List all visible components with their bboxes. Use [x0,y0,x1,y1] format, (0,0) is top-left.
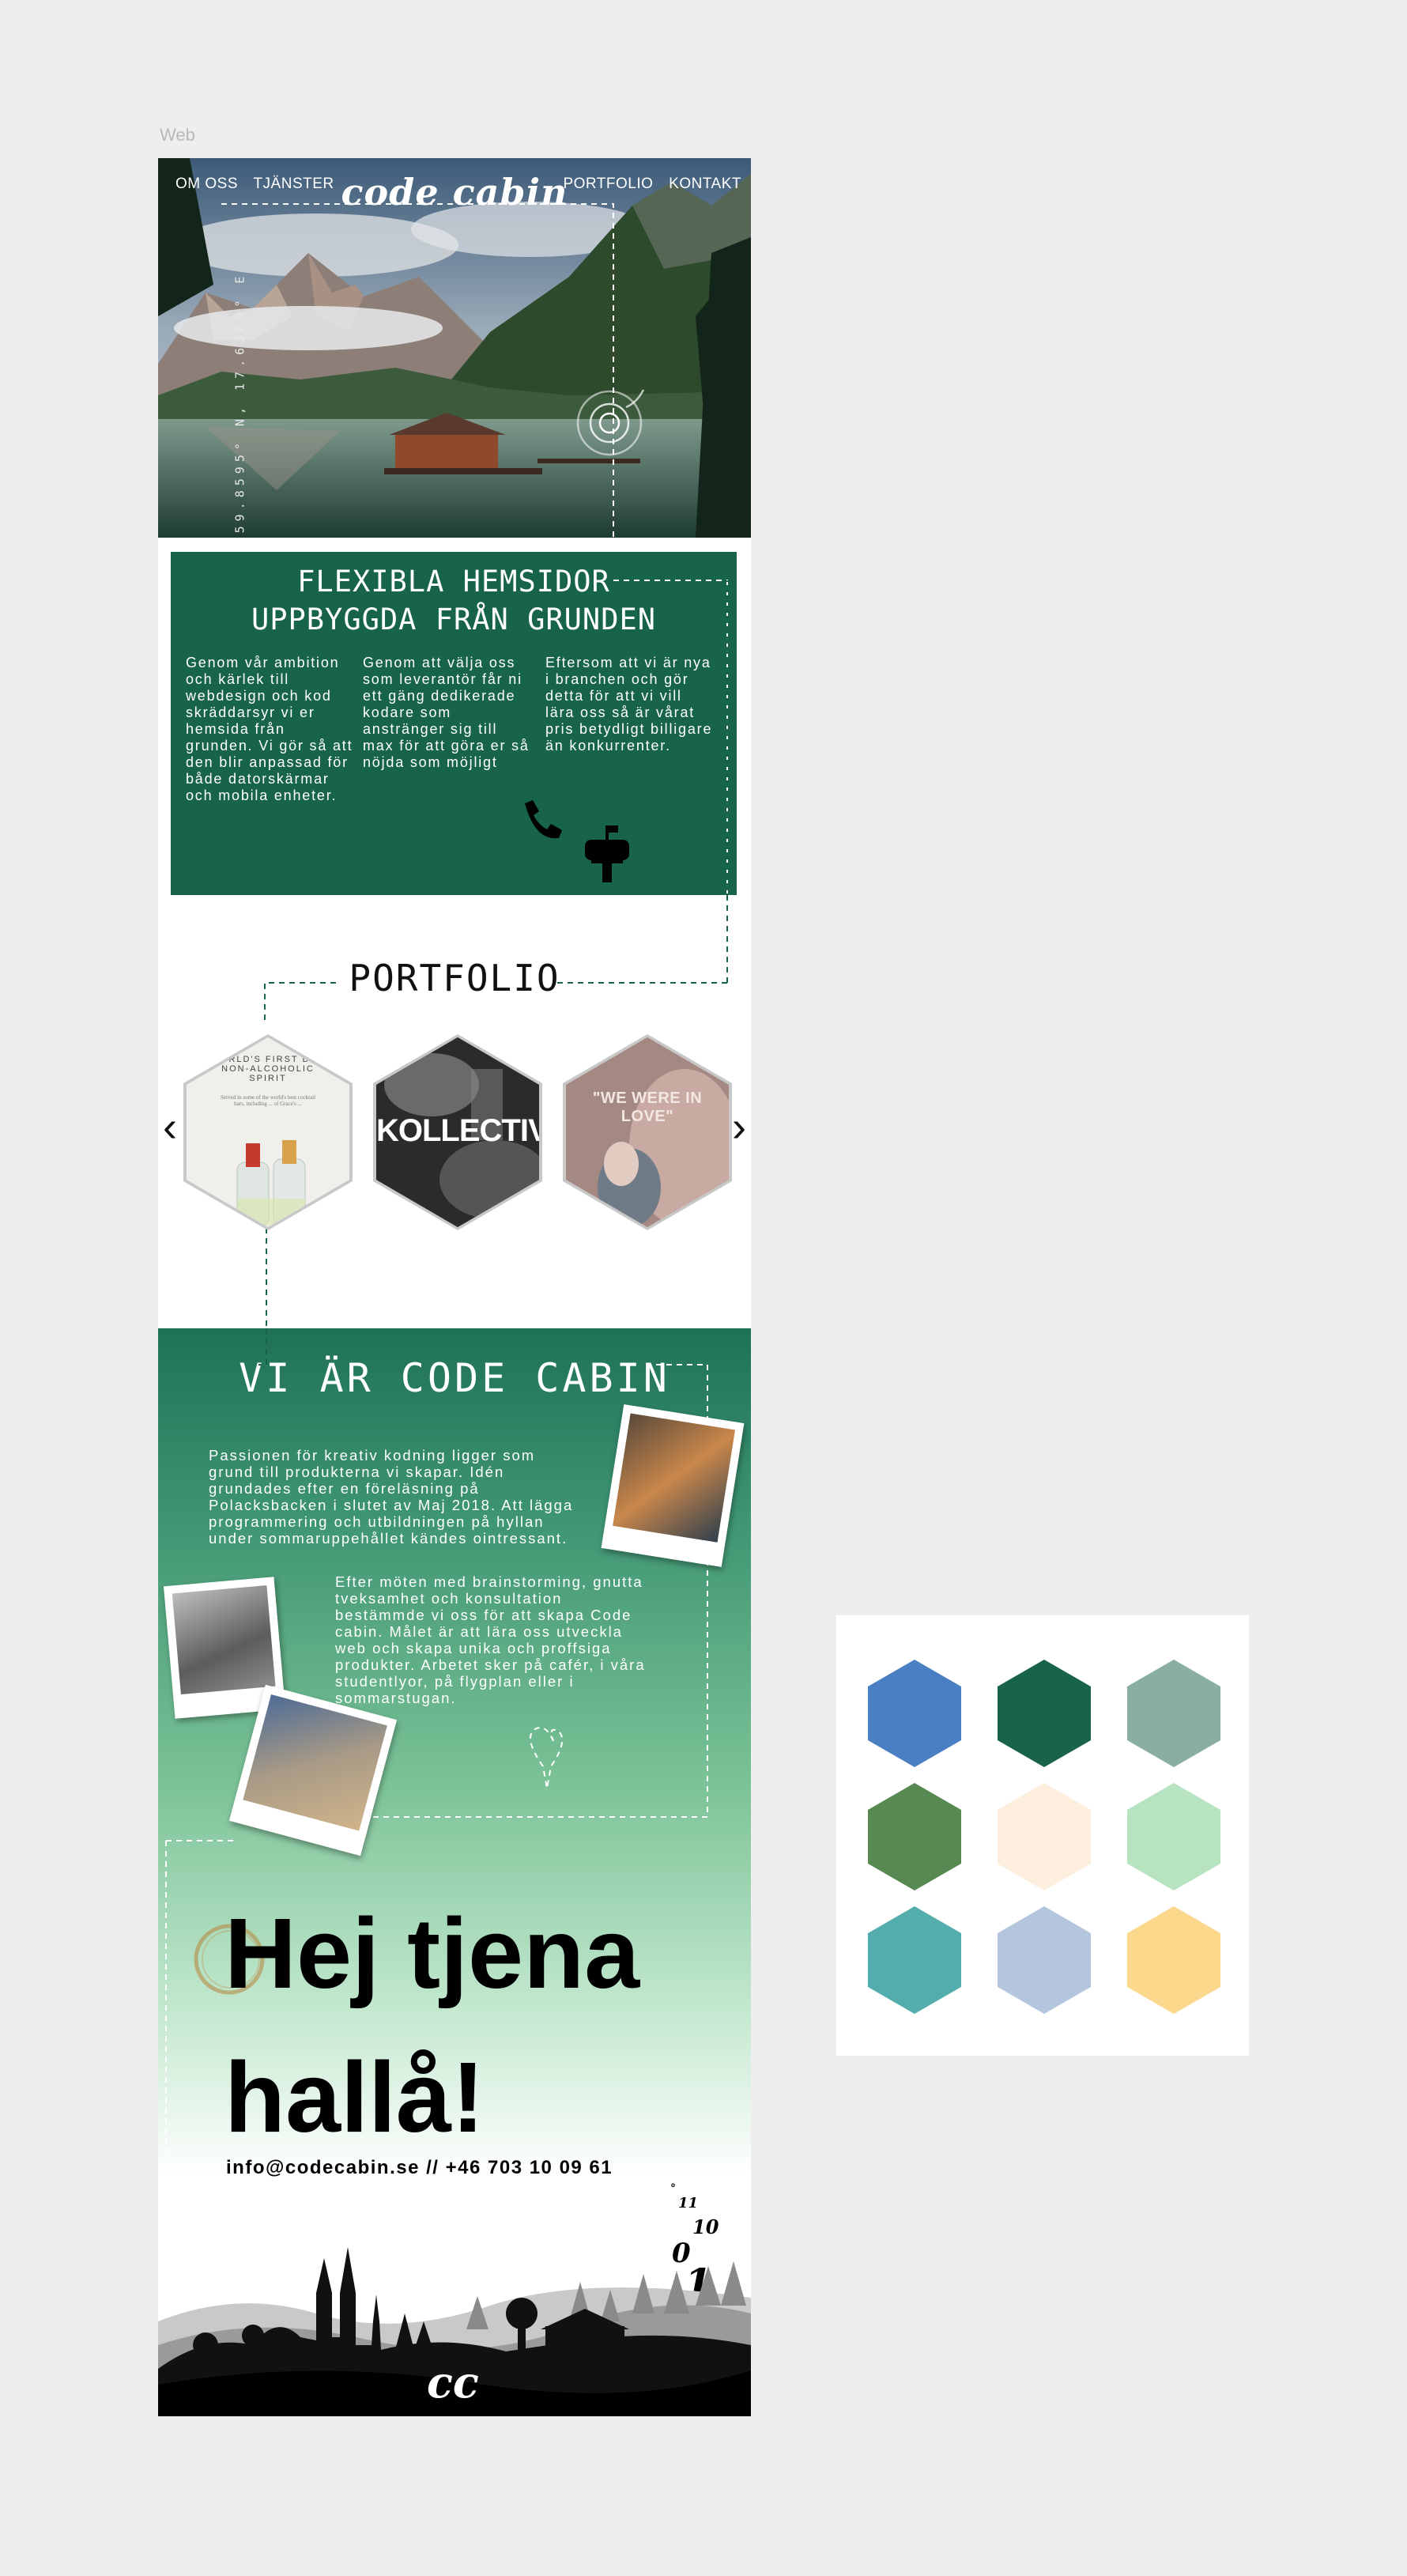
binary-digit: ° [670,2182,676,2195]
about-paragraph-2: Efter möten med brainstorming, gnutta tv… [335,1573,646,1706]
polaroid-photo-cafe [601,1404,745,1567]
contact-info[interactable]: info@codecabin.se // +46 703 10 09 61 [226,2157,613,2179]
color-palette-panel [836,1615,1249,2056]
color-swatch [1127,1906,1220,2014]
portfolio-title: PORTFOLIO [349,957,560,999]
greeting-heading: Hej tjena hallå! [224,1882,639,2170]
color-swatch [868,1906,961,2014]
portfolio-item-1-subtext: Served in some of the world's best cockt… [220,1094,316,1107]
color-swatch [998,1906,1091,2014]
carousel-next-arrow[interactable]: › [732,1105,746,1148]
greeting-line-2: hallå! [224,2042,485,2153]
color-swatch [998,1660,1091,1767]
carousel-prev-arrow[interactable]: ‹ [163,1105,177,1148]
color-swatch [1127,1660,1220,1767]
portfolio-item-3-heading: "WE WERE IN LOVE" [592,1090,703,1125]
frame-label: Web [160,125,195,145]
web-page: OM OSS TJÄNSTER code cabin PORTFOLIO KON… [158,158,751,2416]
about-section: VI ÄR CODE CABIN Passionen för kreativ k… [158,1328,751,2416]
color-swatch [868,1783,961,1890]
color-swatch [868,1660,961,1767]
color-swatch [998,1783,1091,1890]
color-swatch [1127,1783,1220,1890]
footer-logo[interactable]: cc [427,2361,479,2404]
about-paragraph-1: Passionen för kreativ kodning ligger som… [209,1447,574,1547]
portfolio-item-2-heading: KOLLECTIV [376,1113,539,1148]
greeting-line-1: Hej tjena [224,1898,640,2009]
